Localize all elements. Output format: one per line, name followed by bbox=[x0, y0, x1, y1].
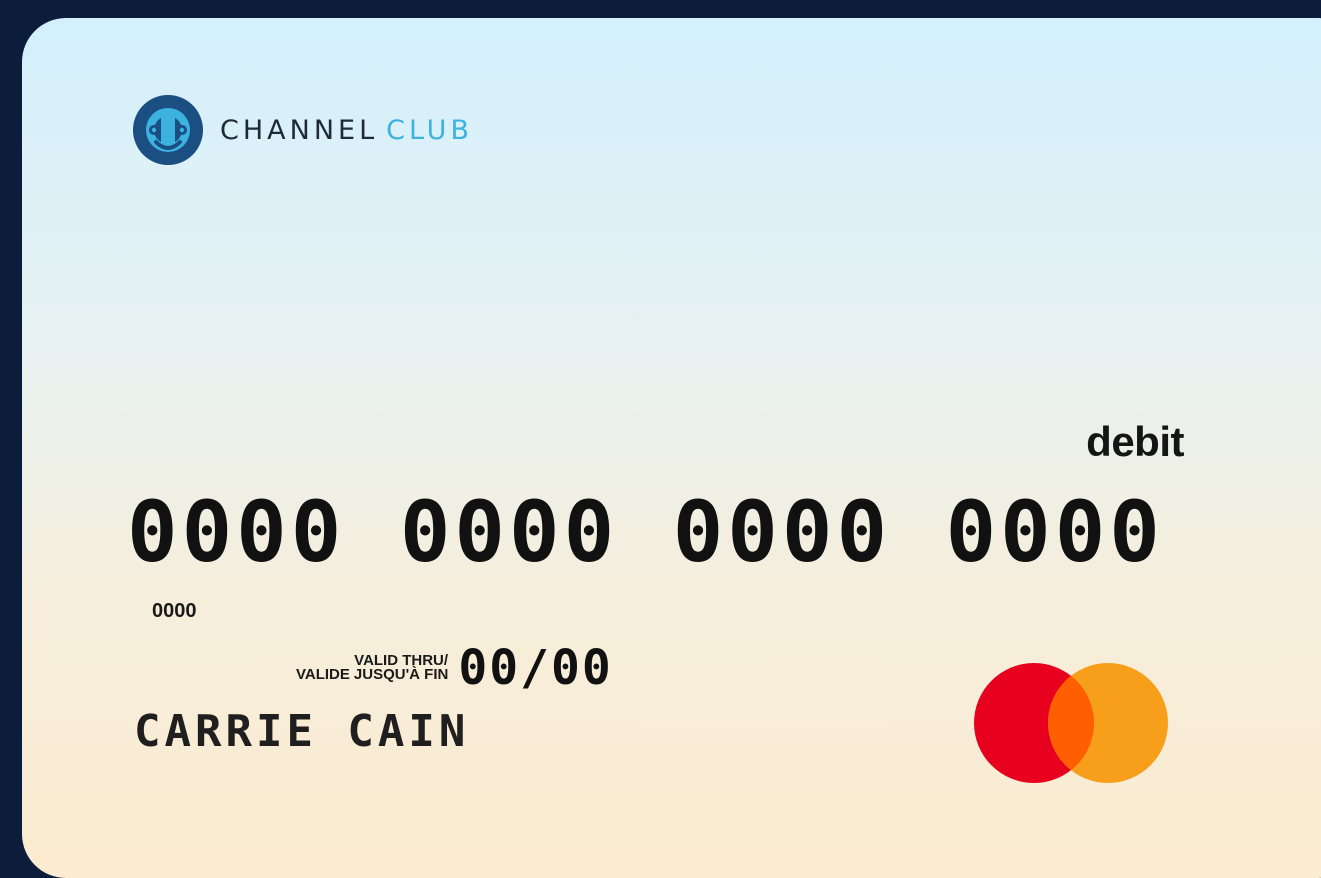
card-number: 0000 0000 0000 0000 bbox=[127, 483, 1164, 581]
channel-club-logo-icon bbox=[133, 95, 203, 165]
card-type-label: debit bbox=[1086, 418, 1184, 465]
valid-label-bottom: JUSQU'À FIN bbox=[353, 666, 449, 683]
valid-label-left: VALIDE bbox=[296, 666, 350, 683]
expiry-date: 00/00 bbox=[458, 640, 613, 696]
brand: CHANNEL CLUB bbox=[132, 94, 473, 166]
brand-name: CHANNEL CLUB bbox=[220, 115, 473, 146]
expiry-block: VALIDE VALID THRU/ JUSQU'À FIN 00/00 bbox=[296, 640, 613, 696]
valid-label-stack: VALID THRU/ JUSQU'À FIN bbox=[353, 653, 449, 683]
mastercard-logo-icon bbox=[974, 663, 1168, 783]
brand-name-club: CLUB bbox=[386, 114, 473, 146]
brand-name-channel: CHANNEL bbox=[220, 114, 379, 146]
cardholder-name: CARRIE CAIN bbox=[134, 706, 470, 757]
secondary-number: 0000 bbox=[152, 600, 197, 622]
debit-card: CHANNEL CLUB debit 0000 0000 0000 0000 00… bbox=[22, 18, 1321, 878]
valid-thru-label: VALIDE VALID THRU/ JUSQU'À FIN bbox=[296, 653, 449, 683]
